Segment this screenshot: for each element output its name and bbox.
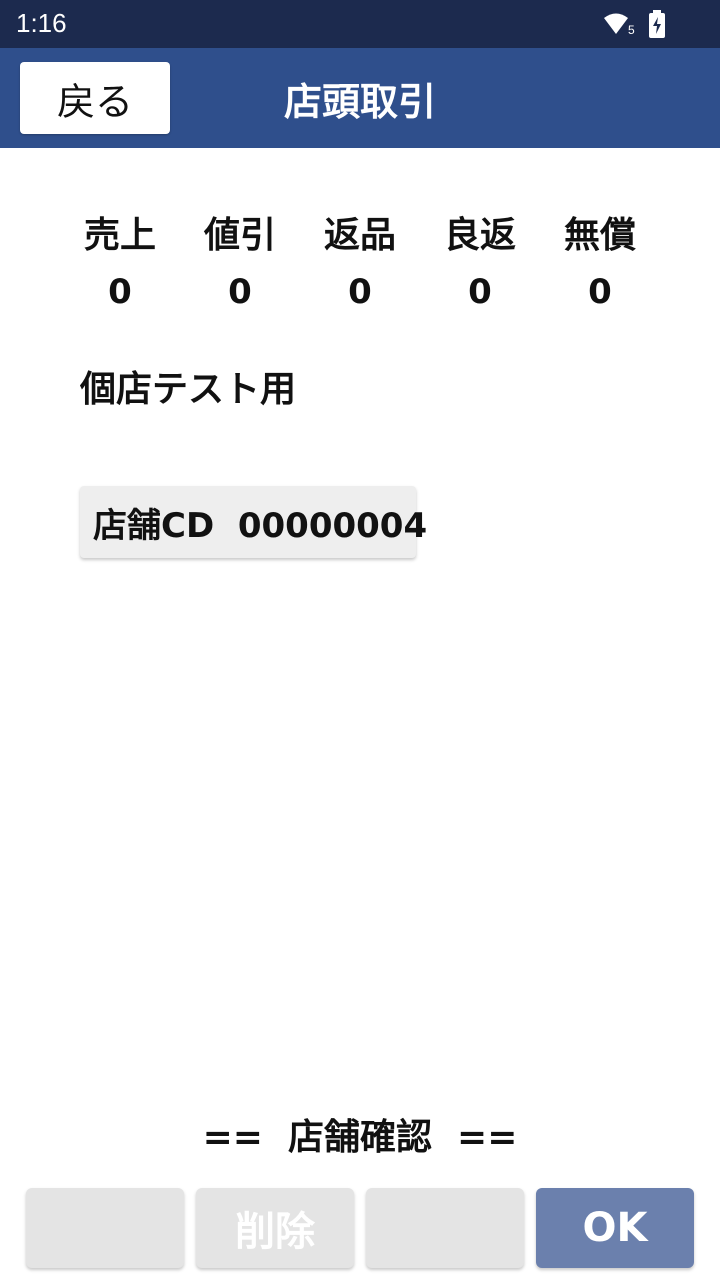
wifi-badge: 5 xyxy=(628,23,635,37)
status-bar: 1:16 5 xyxy=(0,0,720,48)
stat-value: 0 xyxy=(468,272,492,312)
store-confirm-prompt: == 店舗確認 == xyxy=(202,1117,518,1158)
blank-button-2[interactable] xyxy=(366,1188,524,1268)
stat-value: 0 xyxy=(228,272,252,312)
stat-label: 値引 xyxy=(203,215,276,256)
blank-button-1[interactable] xyxy=(26,1188,184,1268)
stat-label: 売上 xyxy=(83,215,156,256)
stat-label: 無償 xyxy=(563,215,636,256)
app-bar: 戻る 店頭取引 xyxy=(0,48,720,148)
store-code-button[interactable]: 店舗CD 00000004 xyxy=(80,486,427,558)
transaction-stats: 売上 0 値引 0 返品 0 良返 0 無償 0 xyxy=(60,210,660,320)
status-time: 1:16 xyxy=(16,8,67,38)
stat-free: 無償 0 xyxy=(540,210,660,322)
delete-button[interactable]: 削除 xyxy=(196,1188,354,1268)
stat-discount: 値引 0 xyxy=(180,210,300,322)
stat-returns: 返品 0 xyxy=(300,210,420,322)
stat-sales: 売上 0 xyxy=(60,210,180,322)
stat-label: 返品 xyxy=(323,215,396,256)
stat-value: 0 xyxy=(348,272,372,312)
store-name: 個店テスト用 xyxy=(80,369,297,410)
stat-value: 0 xyxy=(108,272,132,312)
stat-value: 0 xyxy=(588,272,612,312)
ok-button[interactable]: OK xyxy=(536,1188,694,1268)
battery-charging-icon xyxy=(649,10,665,38)
stat-good-returns: 良返 0 xyxy=(420,210,540,322)
stat-label: 良返 xyxy=(443,215,516,256)
wifi-icon: 5 xyxy=(604,13,635,37)
back-button[interactable]: 戻る xyxy=(20,62,170,134)
page-title: 店頭取引 xyxy=(283,79,436,124)
